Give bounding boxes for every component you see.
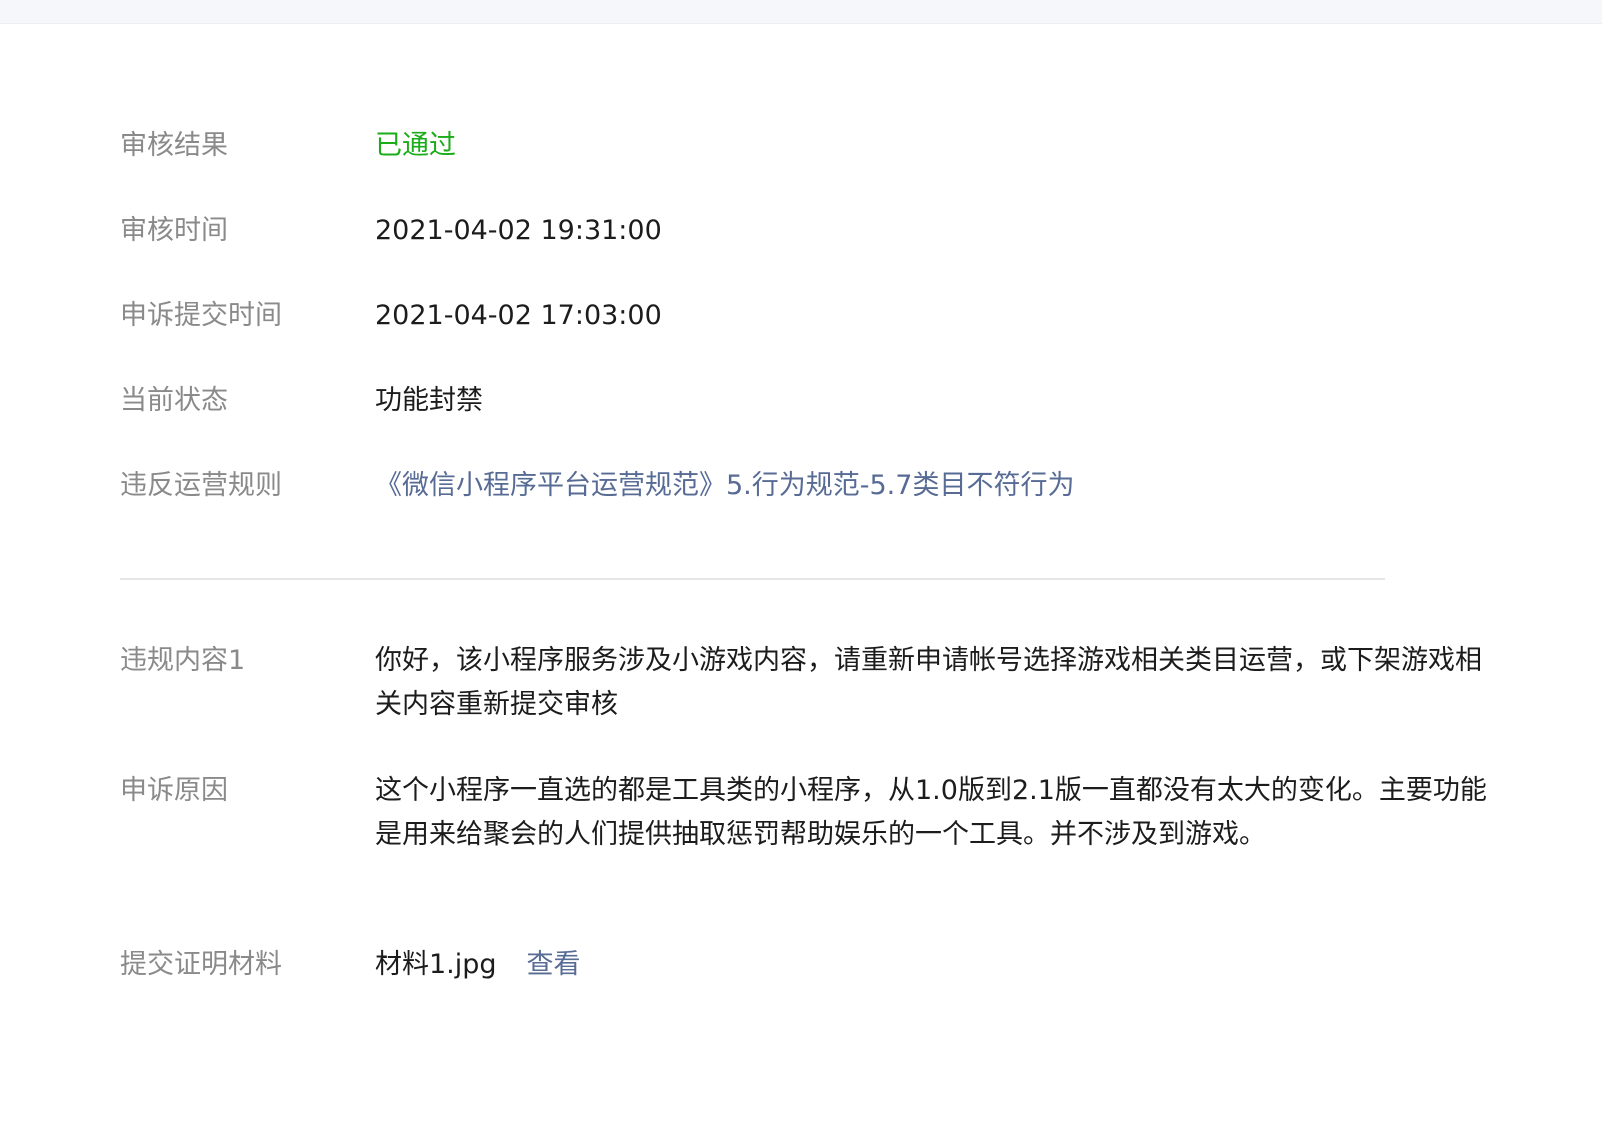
audit-result-value: 已通过 <box>375 130 456 161</box>
section-divider <box>120 578 1385 580</box>
appeal-submit-time-label: 申诉提交时间 <box>120 300 282 331</box>
violated-rule-link[interactable]: 《微信小程序平台运营规范》5.行为规范-5.7类目不符行为 <box>375 471 1505 501</box>
violated-rule-label: 违反运营规则 <box>120 470 282 501</box>
appeal-submit-time-value: 2021-04-02 17:03:00 <box>375 300 662 331</box>
violation-content-value: 你好，该小程序服务涉及小游戏内容，请重新申请帐号选择游戏相关类目运营，或下架游戏… <box>375 645 1482 720</box>
evidence-value: 材料1.jpg 查看 <box>375 950 1505 980</box>
violation-content-label: 违规内容1 <box>120 645 246 676</box>
audit-time-label: 审核时间 <box>120 215 228 246</box>
current-status-label: 当前状态 <box>120 385 228 416</box>
evidence-label: 提交证明材料 <box>120 949 282 980</box>
current-status-value: 功能封禁 <box>375 385 483 416</box>
evidence-file-name: 材料1.jpg <box>375 949 497 980</box>
audit-time-value: 2021-04-02 19:31:00 <box>375 215 662 246</box>
appeal-reason-label: 申诉原因 <box>120 775 228 806</box>
top-bar <box>0 0 1602 24</box>
audit-result-label: 审核结果 <box>120 130 228 161</box>
evidence-view-link[interactable]: 查看 <box>527 949 581 980</box>
appeal-reason-value: 这个小程序一直选的都是工具类的小程序，从1.0版到2.1版一直都没有太大的变化。… <box>375 775 1487 850</box>
